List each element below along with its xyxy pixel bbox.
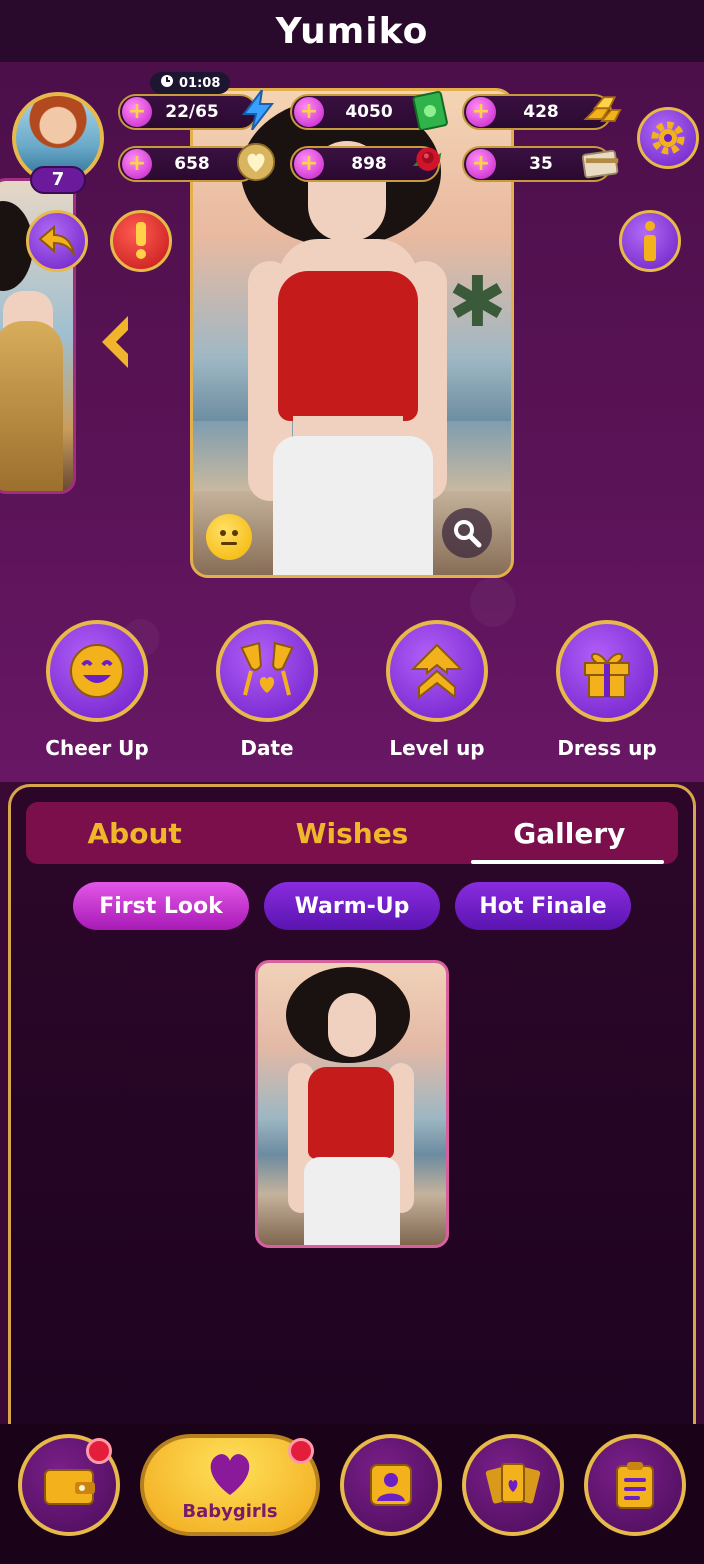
tab-wishes[interactable]: Wishes: [243, 802, 460, 864]
clipboard-icon: [616, 1462, 654, 1509]
chevron-left-icon: [102, 316, 128, 368]
info-icon: [644, 221, 656, 261]
profile-button[interactable]: [340, 1434, 442, 1536]
gallery-thumbnail[interactable]: [255, 960, 449, 1248]
add-cards-button[interactable]: +: [466, 149, 496, 179]
cash-icon: [410, 90, 450, 130]
add-roses-button[interactable]: +: [294, 149, 324, 179]
profile-icon: [370, 1464, 412, 1506]
magnifier-icon: [454, 520, 482, 548]
card-icon: [582, 144, 622, 184]
alert-button[interactable]: [110, 210, 172, 272]
champagne-icon: [216, 620, 318, 722]
lightning-icon: [238, 90, 278, 130]
wallet-notification-badge: [86, 1438, 112, 1464]
energy-timer: 01:08: [150, 72, 231, 94]
back-arrow-icon: [38, 225, 75, 256]
energy-pill: + 22/65: [118, 94, 258, 130]
exclamation-icon: [136, 222, 146, 259]
rose-icon: [408, 140, 448, 180]
babygirls-label: Babygirls: [182, 1500, 278, 1522]
info-button[interactable]: [619, 210, 681, 272]
page-title: Yumiko: [275, 10, 429, 52]
smile-icon: [46, 620, 148, 722]
date-label: Date: [240, 736, 294, 760]
heart-icon: [210, 1453, 250, 1495]
level-up-action[interactable]: Level up: [362, 620, 512, 760]
heart-coin-icon: [236, 142, 276, 182]
zoom-button[interactable]: [442, 508, 492, 558]
cheer-up-label: Cheer Up: [45, 736, 149, 760]
settings-button[interactable]: [637, 107, 699, 169]
gift-icon: [556, 620, 658, 722]
arrow-up-icon: [386, 620, 488, 722]
add-cash-button[interactable]: +: [294, 97, 324, 127]
cards-icon: [485, 1463, 541, 1504]
chip-warm-up[interactable]: Warm-Up: [264, 882, 440, 930]
add-energy-button[interactable]: +: [122, 97, 152, 127]
add-hearts-button[interactable]: +: [122, 149, 152, 179]
cards-collection-button[interactable]: [462, 1434, 564, 1536]
back-button[interactable]: [26, 210, 88, 272]
dress-up-action[interactable]: Dress up: [532, 620, 682, 760]
title-bar: Yumiko: [0, 0, 704, 62]
babygirls-notification-badge: [288, 1438, 314, 1464]
player-level-badge: 7: [30, 166, 86, 194]
date-action[interactable]: Date: [192, 620, 342, 760]
clock-icon: [160, 74, 174, 92]
tab-gallery[interactable]: Gallery: [461, 802, 678, 864]
tab-about[interactable]: About: [26, 802, 243, 864]
timer-text: 01:08: [179, 75, 221, 91]
level-up-label: Level up: [389, 736, 485, 760]
gold-bars-icon: [582, 90, 622, 130]
chip-hot-finale[interactable]: Hot Finale: [455, 882, 631, 930]
add-gold-button[interactable]: +: [466, 97, 496, 127]
chip-first-look[interactable]: First Look: [73, 882, 249, 930]
tab-bar: About Wishes Gallery: [26, 802, 678, 864]
gear-icon: [651, 121, 685, 155]
previous-arrow-button[interactable]: [96, 312, 136, 372]
tasks-button[interactable]: [584, 1434, 686, 1536]
dress-up-label: Dress up: [557, 736, 657, 760]
wallet-icon: [44, 1469, 95, 1505]
cheer-up-action[interactable]: Cheer Up: [22, 620, 172, 760]
mood-neutral-icon[interactable]: [206, 514, 252, 560]
